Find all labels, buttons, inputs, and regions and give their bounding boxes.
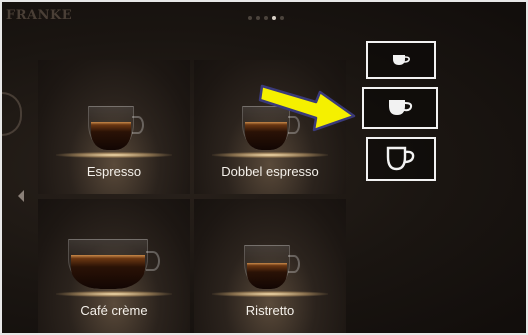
espresso-cup-icon — [88, 106, 144, 152]
cup-size-medium-button[interactable] — [362, 87, 438, 129]
cup-size-small-button[interactable] — [366, 41, 436, 79]
large-cup-icon — [386, 146, 415, 171]
page-indicator — [248, 16, 284, 20]
product-label: Ristretto — [245, 303, 295, 318]
cafe-creme-cup-icon — [68, 239, 160, 291]
page-dot[interactable] — [280, 16, 284, 20]
coffee-machine-screen: FRANKE Espresso Dobbel espresso Café crè… — [0, 0, 528, 335]
brand-logo: FRANKE — [6, 8, 73, 23]
product-tile-cafe-creme[interactable]: Café crème — [38, 199, 190, 333]
page-dot[interactable] — [264, 16, 268, 20]
product-tile-espresso[interactable]: Espresso — [38, 60, 190, 194]
product-label: Dobbel espresso — [221, 164, 319, 179]
annotation-arrow-icon — [258, 84, 356, 132]
medium-cup-icon — [389, 100, 413, 115]
product-tile-ristretto[interactable]: Ristretto — [194, 199, 346, 333]
page-dot-active[interactable] — [272, 16, 276, 20]
product-label: Café crème — [80, 303, 148, 318]
cup-size-large-button[interactable] — [366, 137, 436, 181]
previous-page-arrow-icon[interactable] — [18, 190, 24, 202]
ristretto-cup-icon — [244, 245, 300, 291]
previous-product-peek — [2, 92, 22, 136]
product-label: Espresso — [86, 164, 142, 179]
small-cup-icon — [393, 55, 410, 65]
page-dot[interactable] — [248, 16, 252, 20]
page-dot[interactable] — [256, 16, 260, 20]
